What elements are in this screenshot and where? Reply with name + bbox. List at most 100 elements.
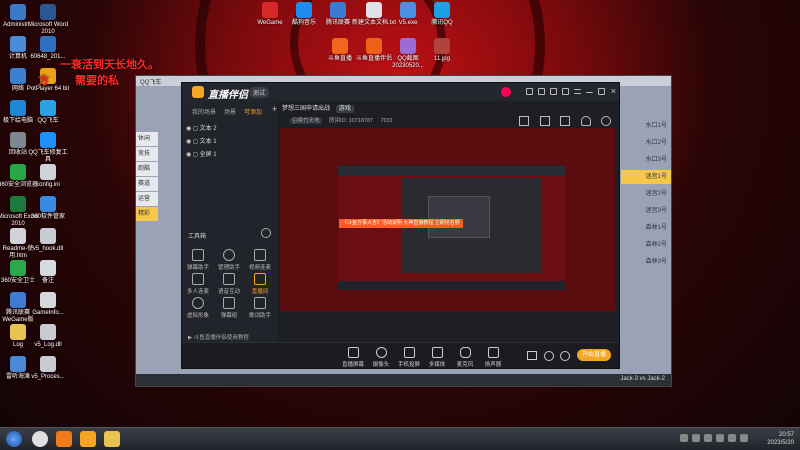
screen-capture-button[interactable]: 直播屏幕	[342, 347, 364, 368]
desktop-icon[interactable]: v5_hook.dll	[26, 228, 70, 253]
scene-item[interactable]: ◉ ◻ 文本 1	[186, 136, 217, 145]
desktop-icon[interactable]: GameInfo...	[26, 292, 70, 317]
desktop-icon[interactable]: QQ飞车	[26, 100, 70, 125]
desktop-app-icon	[366, 38, 382, 54]
tool-danmaku-group[interactable]: 弹幕组	[215, 297, 243, 319]
desktop-icon[interactable]: Microsoft Word 2010	[26, 4, 70, 36]
room-tag[interactable]: 游戏	[335, 105, 354, 113]
taskbar-chrome-icon[interactable]	[32, 431, 48, 447]
game-menu-item[interactable]: 赛道	[136, 177, 158, 191]
desktop-icon[interactable]: 备注	[26, 260, 70, 285]
tool-lyrics[interactable]: 歌词助手	[246, 297, 274, 319]
activity-banner[interactable]: 《斗鱼万事大吉》活动说明 大神直播教程 立即抢名额	[339, 219, 463, 228]
app-logo-icon	[192, 86, 204, 98]
record-icon[interactable]	[560, 116, 571, 126]
game-bottom-bar: Jack-3 vs Jack-2	[136, 374, 671, 386]
game-menu-item[interactable]: 休闲	[136, 132, 158, 146]
live-room-icon	[254, 273, 266, 285]
track-item[interactable]: 迷宫1号	[621, 170, 671, 184]
game-left-menu: 休闲 竞技 跑酷 赛道 运营 精彩	[136, 131, 158, 222]
version-badge[interactable]: 测试	[249, 87, 270, 98]
desktop-icon[interactable]: v5_Proces...	[26, 356, 70, 381]
maximize-icon[interactable]	[598, 88, 605, 95]
menu-icon[interactable]	[574, 89, 581, 94]
toolbox-settings-icon[interactable]	[261, 228, 271, 238]
settings-icon[interactable]	[601, 116, 611, 126]
skin-icon[interactable]	[526, 88, 533, 95]
tray-icon-4[interactable]	[716, 434, 724, 442]
tool-video-link[interactable]: 视频连麦	[246, 249, 274, 271]
track-item[interactable]: 迷宫2号	[621, 187, 671, 201]
desktop-icon[interactable]: 腾讯QQ	[420, 2, 464, 27]
effects-icon[interactable]	[544, 351, 554, 361]
gear-icon[interactable]	[560, 351, 570, 361]
video-link-icon	[254, 249, 266, 261]
scene-item[interactable]: ◉ ◻ 全屏 1	[186, 149, 217, 158]
avatar[interactable]	[501, 87, 511, 97]
screen-icon	[347, 347, 359, 358]
tray-icon-1[interactable]	[680, 434, 688, 442]
record-toggle-icon[interactable]	[527, 351, 537, 360]
track-item[interactable]: 森林2号	[621, 238, 671, 252]
video-icon[interactable]	[550, 88, 557, 95]
tray-icon-3[interactable]	[704, 434, 712, 442]
tool-voice[interactable]: 语音互动	[215, 273, 243, 295]
desktop-icon[interactable]: 11.jpg	[420, 38, 464, 63]
tab-my-scenes[interactable]: 我的场景	[192, 107, 216, 116]
room-line1[interactable]: 召唤竹天地	[290, 118, 322, 124]
game-menu-item[interactable]: 精彩	[136, 207, 158, 221]
desktop-icon[interactable]: config.ini	[26, 164, 70, 189]
track-item[interactable]: 水口3号	[621, 153, 671, 167]
track-item[interactable]: 迷宫3号	[621, 204, 671, 218]
taskbar-clock[interactable]: 20:57 2023/5/20	[767, 431, 794, 447]
minimize-icon[interactable]	[586, 88, 593, 93]
close-icon[interactable]: ×	[611, 86, 616, 96]
message-icon[interactable]	[538, 88, 545, 95]
desktop-icon[interactable]: 360软件管家	[26, 196, 70, 221]
shop-icon[interactable]	[519, 116, 530, 126]
track-item[interactable]: 水口1号	[621, 119, 671, 133]
media-button[interactable]: 多媒体	[426, 347, 448, 368]
multi-link-icon	[192, 273, 204, 285]
tab-addable[interactable]: 可添加	[244, 107, 262, 116]
track-item[interactable]: 森林3号	[621, 255, 671, 269]
tool-manager[interactable]: 管理助手	[215, 249, 243, 271]
desktop-app-icon	[40, 356, 56, 372]
game-menu-item[interactable]: 跑酷	[136, 162, 158, 176]
tool-multi-link[interactable]: 多人连麦	[184, 273, 212, 295]
phone-icon	[403, 347, 415, 358]
tab-scenes[interactable]: 场景	[224, 107, 236, 116]
taskbar-douyu-icon[interactable]	[56, 431, 72, 447]
track-item[interactable]: 森林1号	[621, 221, 671, 235]
add-scene-icon[interactable]: +	[272, 104, 277, 114]
tray-icon-2[interactable]	[692, 434, 700, 442]
start-live-button[interactable]: 开始直播	[577, 349, 611, 361]
camera-button[interactable]: 摄像头	[370, 347, 392, 368]
taskbar-folder-icon[interactable]	[104, 431, 120, 447]
desktop-icon[interactable]: QQ飞车修复工具	[26, 132, 70, 164]
phone-cast-button[interactable]: 手机投屏	[398, 347, 420, 368]
tutorial-link[interactable]: ▶ 斗鱼直播伴侣使用教程	[188, 333, 249, 341]
bell-icon[interactable]	[580, 116, 591, 126]
scene-item[interactable]: ◉ ◻ 文本 2	[186, 123, 217, 132]
desktop-app-icon	[366, 2, 382, 18]
share-icon[interactable]	[539, 116, 550, 126]
tool-danmaku[interactable]: 弹幕助手	[184, 249, 212, 271]
tool-live-room[interactable]: 直播间	[246, 273, 274, 295]
network-icon[interactable]	[728, 434, 736, 442]
volume-icon[interactable]	[740, 434, 748, 442]
desktop-icon[interactable]: v5_Log.dll	[26, 324, 70, 349]
room-count: 7031	[380, 118, 393, 124]
mic-button[interactable]: 麦克风	[454, 347, 476, 368]
track-item[interactable]: 水口2号	[621, 136, 671, 150]
tool-avatar[interactable]: 虚拟形象	[184, 297, 212, 319]
room-info: 召唤竹天地 房间ID: 10718787 7031	[290, 116, 393, 124]
app-title-bar[interactable]: 直播伴侣 测试 ×	[182, 83, 619, 101]
game-menu-item[interactable]: 竞技	[136, 147, 158, 161]
start-button[interactable]	[6, 431, 22, 447]
gift-icon[interactable]	[562, 88, 569, 95]
speaker-button[interactable]: 扬声器	[482, 347, 504, 368]
game-menu-item[interactable]: 运营	[136, 192, 158, 206]
desktop-app-icon	[40, 260, 56, 276]
taskbar-qq-icon[interactable]	[80, 431, 96, 447]
